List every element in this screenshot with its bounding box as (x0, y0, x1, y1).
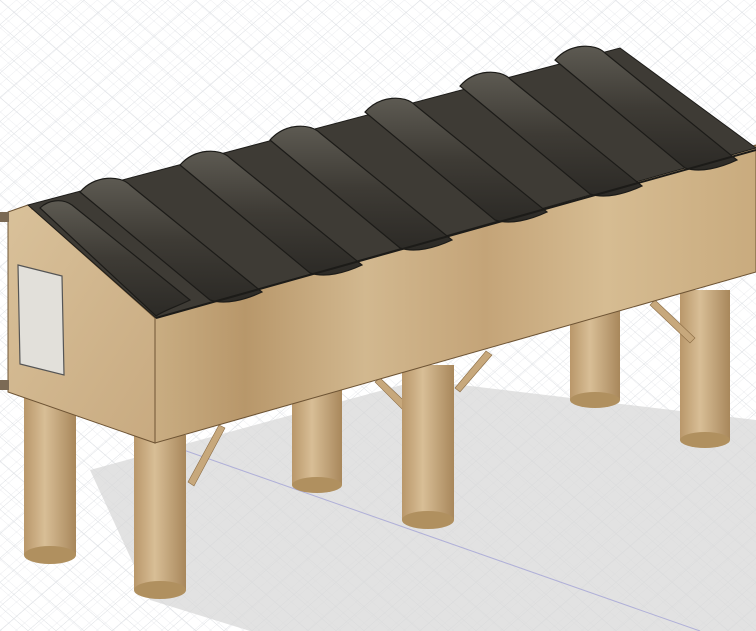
post (24, 395, 76, 555)
post (134, 435, 186, 590)
3d-viewport[interactable] (0, 0, 756, 631)
post (680, 290, 730, 440)
access-door[interactable] (17, 264, 65, 376)
post (402, 365, 454, 520)
bracket (0, 212, 9, 222)
bracket (0, 380, 9, 390)
